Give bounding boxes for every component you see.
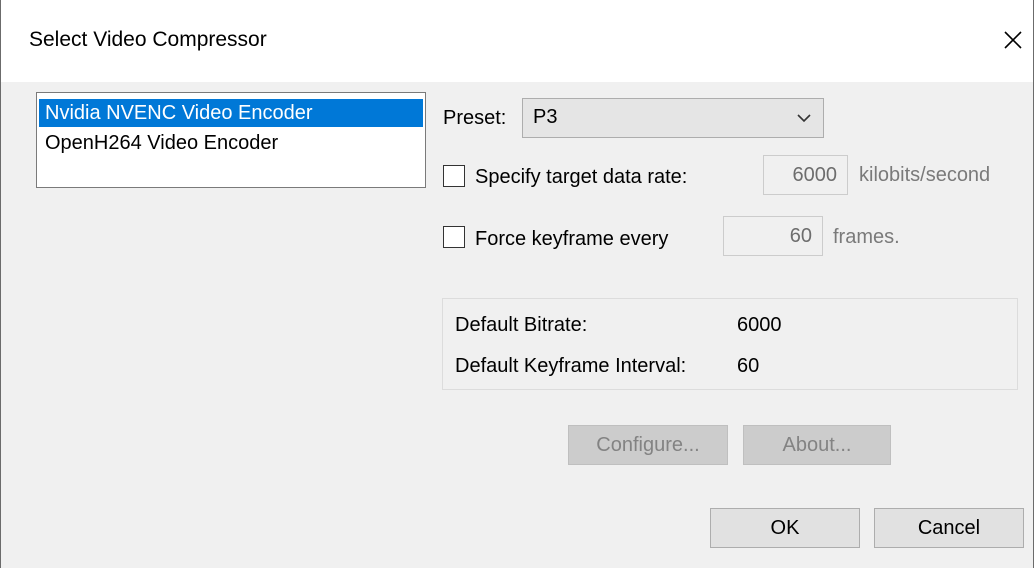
default-keyframe-label: Default Keyframe Interval:	[455, 355, 687, 377]
default-keyframe-value: 60	[737, 355, 760, 377]
preset-value: P3	[533, 106, 558, 128]
compressor-item-openh264[interactable]: OpenH264 Video Encoder	[39, 129, 278, 157]
defaults-info-box: Default Bitrate: 6000 Default Keyframe I…	[442, 298, 1018, 390]
cancel-button[interactable]: Cancel	[874, 508, 1024, 548]
keyframe-checkbox[interactable]	[443, 226, 465, 248]
about-button[interactable]: About...	[743, 425, 891, 465]
preset-label: Preset:	[443, 107, 507, 129]
compressor-item-label: OpenH264 Video Encoder	[45, 132, 279, 154]
keyframe-input[interactable]: 60	[723, 216, 823, 256]
close-button[interactable]	[993, 20, 1033, 60]
data-rate-label[interactable]: Specify target data rate:	[475, 165, 687, 189]
configure-button[interactable]: Configure...	[568, 425, 728, 465]
keyframe-label[interactable]: Force keyframe every	[475, 227, 668, 251]
chevron-down-icon	[797, 114, 811, 123]
title-bar: Select Video Compressor	[1, 0, 1033, 82]
keyframe-value: 60	[789, 225, 812, 247]
dialog-window: Select Video Compressor Nvidia NVENC Vid…	[0, 0, 1034, 568]
data-rate-value: 6000	[792, 164, 838, 186]
keyframe-unit: frames.	[833, 226, 900, 248]
window-title: Select Video Compressor	[29, 28, 267, 51]
default-bitrate-label: Default Bitrate:	[455, 314, 588, 336]
data-rate-checkbox[interactable]	[443, 165, 465, 187]
compressor-item-nvenc[interactable]: Nvidia NVENC Video Encoder	[39, 99, 423, 127]
close-icon	[1004, 31, 1022, 49]
ok-button[interactable]: OK	[710, 508, 860, 548]
default-bitrate-value: 6000	[737, 314, 782, 336]
compressor-list[interactable]: Nvidia NVENC Video Encoder OpenH264 Vide…	[36, 92, 426, 188]
compressor-item-label: Nvidia NVENC Video Encoder	[45, 102, 313, 124]
data-rate-unit: kilobits/second	[859, 164, 991, 186]
data-rate-input[interactable]: 6000	[763, 155, 848, 195]
preset-dropdown[interactable]: P3	[522, 98, 824, 138]
